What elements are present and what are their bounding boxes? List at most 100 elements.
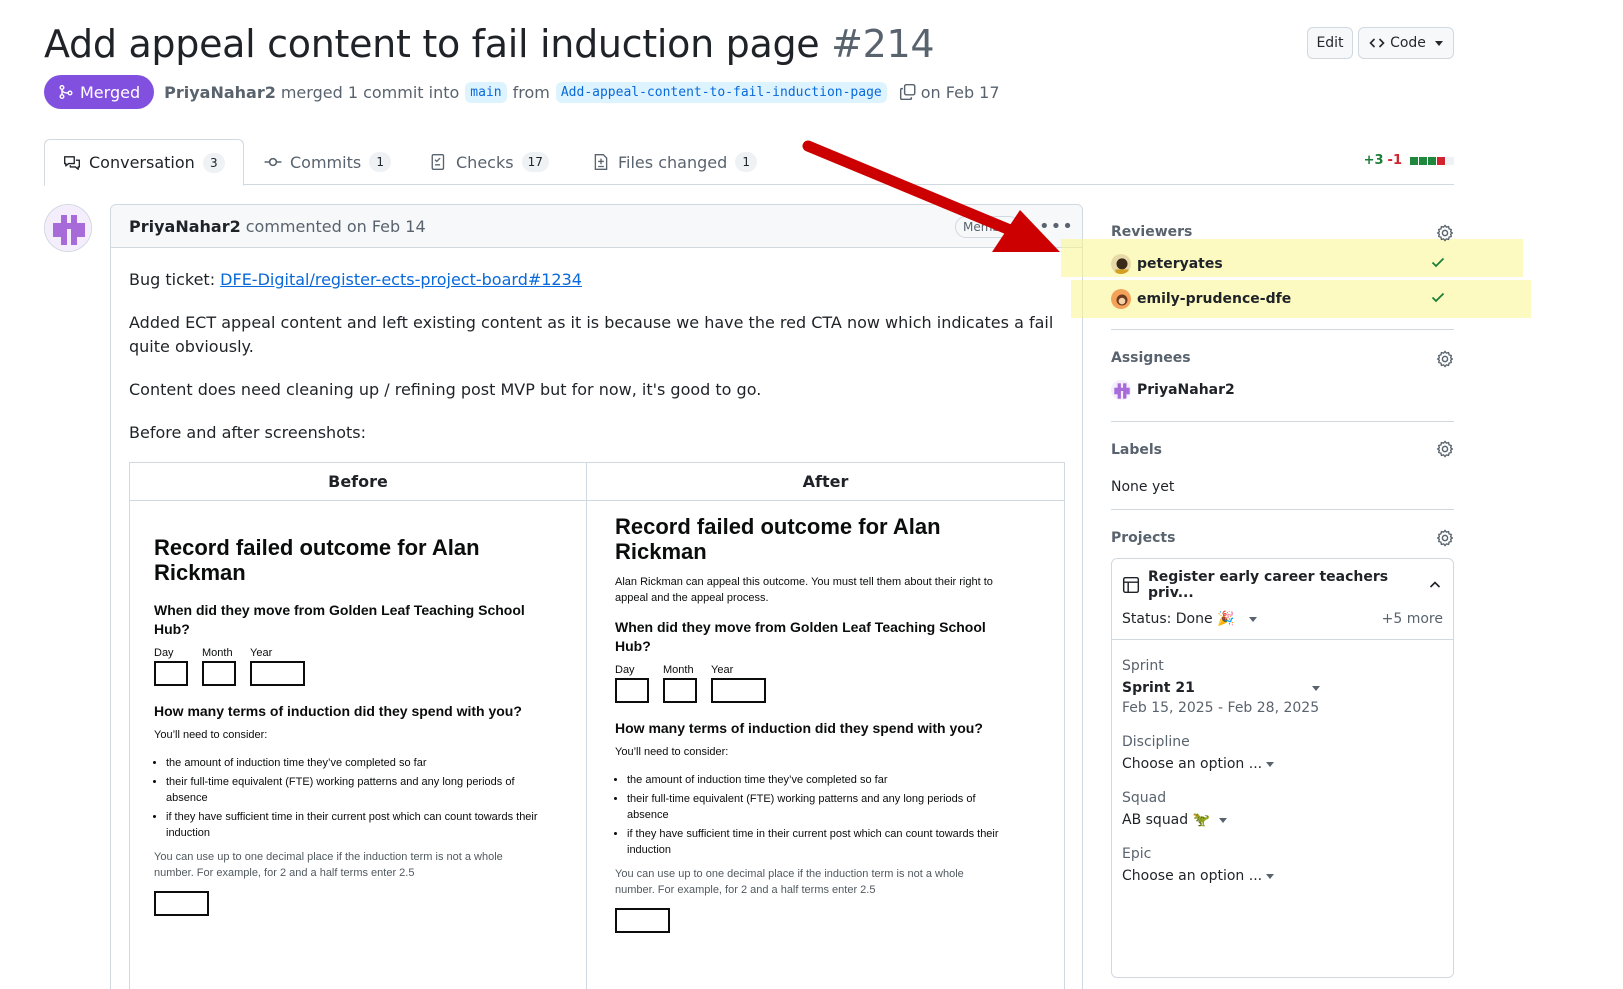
- commit-icon: [264, 157, 282, 167]
- project-status[interactable]: Status: Done 🎉: [1122, 611, 1235, 627]
- sprint-select[interactable]: Sprint 21: [1122, 680, 1443, 696]
- assignees-title: Assignees: [1111, 350, 1191, 366]
- shot-hint: You can use up to one decimal place if t…: [154, 851, 503, 879]
- pr-number: #214: [831, 22, 935, 66]
- epic-select[interactable]: Choose an option ...: [1122, 868, 1443, 884]
- gear-icon[interactable]: [1436, 350, 1454, 372]
- shot-bullet: the amount of induction time they’ve com…: [627, 772, 1005, 788]
- sprint-field: Sprint Sprint 21 Feb 15, 2025 - Feb 28, …: [1112, 658, 1453, 716]
- tab-label: Conversation: [89, 153, 195, 172]
- page-title: Add appeal content to fail induction pag…: [44, 22, 935, 66]
- copy-icon[interactable]: [899, 83, 917, 101]
- gear-icon[interactable]: [1436, 224, 1454, 246]
- day-label: Day: [615, 664, 635, 676]
- comment-para-3: Before and after screenshots:: [129, 423, 366, 442]
- reviewer-name: peteryates: [1137, 256, 1223, 272]
- screenshots-table: Before After Record failed outcome for A…: [129, 462, 1065, 989]
- shot-bullet: if they have sufficient time in their cu…: [627, 826, 1005, 858]
- assignee-priyanahar2[interactable]: PriyaNahar2: [1111, 380, 1235, 400]
- reviewer-emily-prudence-dfe[interactable]: emily-prudence-dfe: [1111, 289, 1291, 309]
- labels-section: Labels None yet: [1111, 422, 1454, 510]
- project-card: Register early career teachers priv... S…: [1111, 558, 1454, 978]
- merged-label: Merged: [80, 82, 141, 102]
- month-label: Month: [202, 647, 233, 659]
- avatar[interactable]: [44, 204, 92, 252]
- merge-date: on Feb 17: [920, 82, 1000, 102]
- shot-bullet: the amount of induction time they’ve com…: [166, 755, 544, 771]
- shot-consider: You’ll need to consider:: [615, 746, 729, 758]
- code-button[interactable]: Code: [1358, 27, 1454, 59]
- diffstat-block: [1437, 156, 1445, 165]
- edit-button[interactable]: Edit: [1307, 27, 1353, 59]
- shot-q1: When did they move from Golden Leaf Teac…: [615, 619, 986, 654]
- chevron-down-icon: [1312, 685, 1320, 691]
- gear-icon[interactable]: [1436, 440, 1454, 462]
- base-branch[interactable]: main: [465, 81, 507, 103]
- pr-tabs: Conversation 3 Commits 1 Checks 17 Files…: [44, 139, 1454, 186]
- tab-checks[interactable]: Checks 17: [412, 139, 567, 185]
- pr-author-link[interactable]: PriyaNahar2: [164, 83, 276, 102]
- diffstat-blocks: [1410, 156, 1454, 165]
- tab-label: Files changed: [618, 152, 728, 172]
- code-icon: [1369, 38, 1385, 48]
- diffstat-deletions: -1: [1387, 153, 1402, 168]
- shot-consider: You’ll need to consider:: [154, 729, 268, 741]
- bug-ticket-line: Bug ticket: DFE-Digital/register-ects-pr…: [129, 268, 1064, 292]
- year-box: [250, 661, 305, 686]
- from-text: from: [512, 82, 550, 102]
- project-header[interactable]: Register early career teachers priv...: [1112, 559, 1453, 601]
- assignees-section: Assignees PriyaNahar2: [1111, 330, 1454, 422]
- chevron-down-icon: [1434, 40, 1443, 46]
- table-icon: [1122, 576, 1140, 594]
- chevron-down-icon[interactable]: [1248, 616, 1257, 622]
- chevron-down-icon: [1266, 873, 1274, 879]
- gear-icon[interactable]: [1436, 529, 1454, 551]
- squad-select[interactable]: AB squad 🦖: [1122, 812, 1443, 828]
- reviewer-peteryates[interactable]: peteryates: [1111, 254, 1223, 274]
- day-label: Day: [154, 647, 174, 659]
- shot-heading: Record failed outcome for Alan Rickman: [615, 514, 941, 564]
- diffstat-block: [1428, 156, 1436, 165]
- diffstat-block: [1410, 156, 1418, 165]
- before-screenshot: Record failed outcome for Alan Rickman W…: [129, 500, 587, 989]
- head-branch[interactable]: Add-appeal-content-to-fail-induction-pag…: [555, 81, 887, 103]
- diffstat-additions: +3: [1363, 153, 1384, 168]
- tab-files-changed[interactable]: Files changed 1: [574, 139, 775, 185]
- month-label: Month: [663, 664, 694, 676]
- bug-ticket-link[interactable]: DFE-Digital/register-ects-project-board#…: [220, 270, 582, 289]
- diffstat-block: [1446, 156, 1454, 165]
- shot-q2: How many terms of induction did they spe…: [154, 703, 522, 719]
- shot-heading: Record failed outcome for Alan Rickman: [154, 535, 480, 585]
- chevron-up-icon[interactable]: [1427, 577, 1443, 593]
- discipline-select[interactable]: Choose an option ...: [1122, 756, 1443, 772]
- tab-commits[interactable]: Commits 1: [246, 139, 409, 185]
- conversation-icon: [64, 155, 80, 170]
- kebab-menu-icon[interactable]: •••: [1039, 216, 1074, 237]
- merge-icon: [59, 85, 73, 99]
- pr-meta: Merged PriyaNahar2 merged 1 commit into …: [44, 75, 1000, 109]
- tab-conversation[interactable]: Conversation 3: [44, 139, 244, 186]
- project-more[interactable]: +5 more: [1382, 611, 1443, 627]
- shot-q2: How many terms of induction did they spe…: [615, 720, 983, 736]
- check-icon: [1430, 289, 1446, 309]
- comment-author[interactable]: PriyaNahar2: [129, 217, 241, 236]
- sprint-label: Sprint: [1122, 658, 1164, 674]
- checks-icon: [431, 154, 445, 170]
- check-icon: [1430, 254, 1446, 274]
- sprint-value: Sprint 21: [1122, 680, 1195, 696]
- year-box: [711, 678, 766, 703]
- reviewer-name: emily-prudence-dfe: [1137, 291, 1292, 307]
- squad-label: Squad: [1122, 790, 1167, 806]
- merge-text: merged 1 commit into: [280, 82, 460, 102]
- table-header-before: Before: [129, 462, 587, 501]
- labels-value: None yet: [1111, 479, 1175, 495]
- labels-title: Labels: [1111, 442, 1163, 458]
- squad-value: AB squad 🦖: [1122, 812, 1211, 828]
- comment-box: PriyaNahar2 commented on Feb 14 Member •…: [110, 204, 1083, 989]
- avatar: [1111, 254, 1131, 274]
- tab-label: Commits: [290, 152, 362, 172]
- epic-value: Choose an option ...: [1122, 868, 1263, 884]
- epic-label: Epic: [1122, 846, 1152, 862]
- day-box: [615, 678, 649, 703]
- discipline-value: Choose an option ...: [1122, 756, 1263, 772]
